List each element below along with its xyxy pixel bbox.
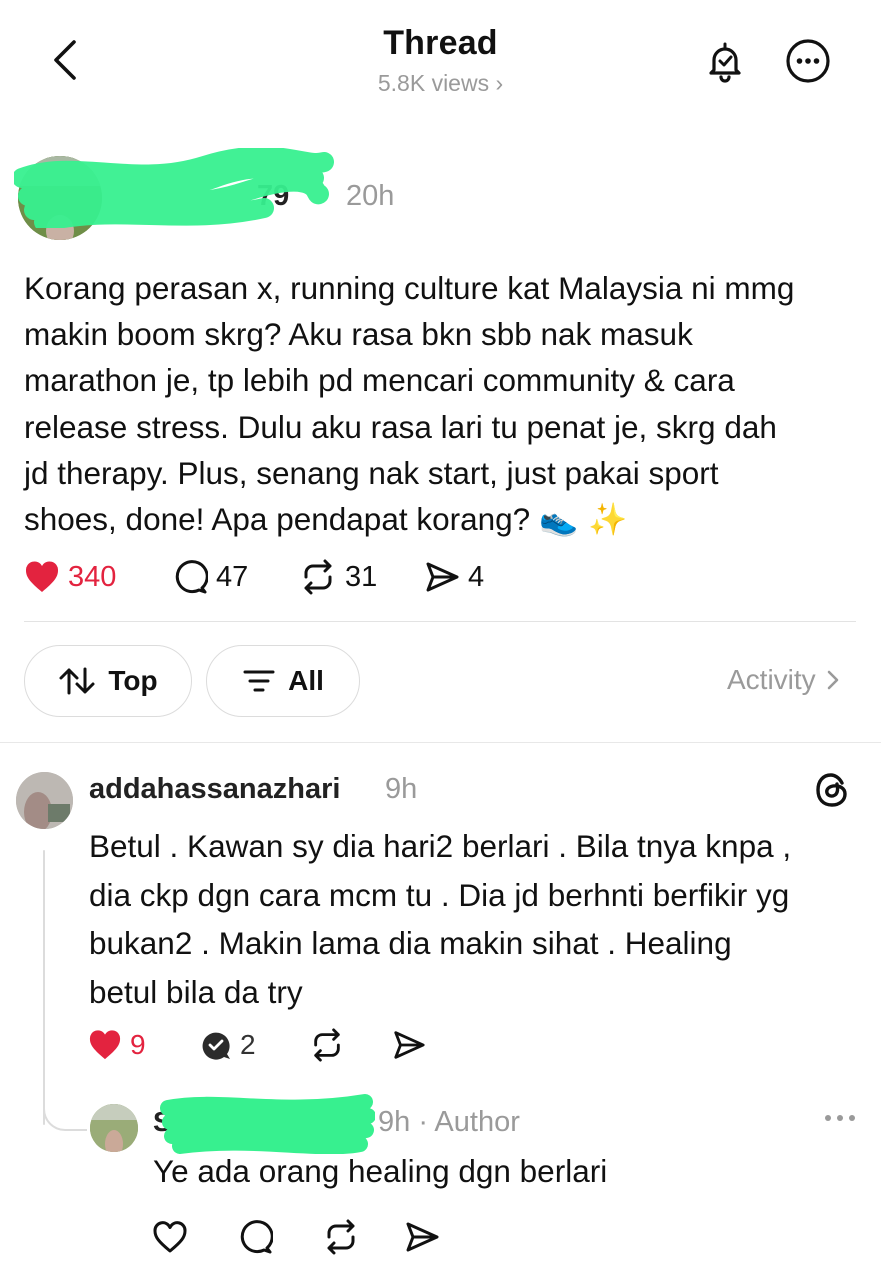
send-icon	[394, 1031, 425, 1059]
sort-arrows-icon	[59, 667, 95, 695]
more-dots-icon	[825, 1115, 855, 1121]
heart-filled-icon	[89, 1030, 121, 1060]
activity-link[interactable]: Activity	[727, 664, 840, 696]
share-button[interactable]: 4	[424, 556, 484, 598]
author-reply-repost-button[interactable]	[322, 1217, 360, 1257]
post-body: Korang perasan x, running culture kat Ma…	[24, 270, 795, 539]
sort-top-button[interactable]: Top	[24, 645, 192, 717]
comment-icon	[175, 560, 208, 594]
reply-share-button[interactable]	[392, 1025, 426, 1065]
reply-like-count: 9	[130, 1029, 146, 1060]
more-circle-icon	[786, 39, 830, 83]
post-emojis: 👟 ✨	[538, 502, 628, 539]
reply-repost-button[interactable]	[309, 1025, 345, 1065]
activity-label: Activity	[727, 664, 816, 695]
reply-avatar[interactable]	[16, 772, 73, 829]
comment-button[interactable]: 47	[172, 556, 248, 598]
divider	[0, 742, 881, 743]
post-time: 20h	[346, 180, 395, 212]
sort-label: Top	[108, 665, 158, 696]
comment-checked-icon	[202, 1032, 230, 1060]
filter-all-button[interactable]: All	[206, 645, 360, 717]
repost-icon	[304, 559, 332, 595]
like-count: 340	[68, 560, 117, 593]
comment-count: 47	[216, 560, 249, 593]
reply-username[interactable]: addahassanazhari	[89, 773, 340, 806]
divider	[24, 621, 856, 622]
author-reply-share-button[interactable]	[404, 1217, 440, 1257]
threads-logo-icon	[812, 770, 852, 810]
author-reply-meta: 9h · Author	[378, 1106, 520, 1138]
repost-icon	[314, 1028, 340, 1062]
heart-outline-icon	[153, 1221, 187, 1253]
repost-icon	[327, 1219, 355, 1255]
repost-button[interactable]: 31	[299, 556, 377, 598]
comment-icon	[240, 1220, 273, 1254]
avatar-photo	[90, 1104, 138, 1152]
thread-connector-curve	[43, 1095, 87, 1131]
more-options-button[interactable]	[783, 36, 833, 86]
avatar-photo	[16, 772, 73, 829]
author-reply-body: Ye ada orang healing dgn berlari	[153, 1153, 608, 1189]
filter-lines-icon	[243, 670, 275, 692]
chevron-right-icon	[827, 670, 838, 690]
reply-comment-button[interactable]: 2	[200, 1025, 256, 1065]
author-reply-more-button[interactable]	[820, 1104, 860, 1134]
like-button[interactable]: 340	[24, 556, 116, 598]
share-count: 4	[468, 560, 485, 593]
filter-label: All	[288, 665, 324, 696]
send-icon	[406, 1222, 439, 1252]
bell-check-icon	[709, 42, 741, 83]
reply-time: 9h	[385, 773, 418, 805]
thread-connector	[43, 850, 45, 1125]
author-reply-like-button[interactable]	[152, 1217, 188, 1257]
author-reply-comment-button[interactable]	[237, 1217, 273, 1257]
redaction-scribble	[14, 148, 334, 228]
send-icon	[426, 562, 459, 592]
reply-like-button[interactable]: 9	[88, 1025, 146, 1065]
author-reply-avatar[interactable]	[90, 1104, 138, 1152]
reply-comment-count: 2	[240, 1029, 256, 1060]
redaction-scribble	[160, 1094, 375, 1154]
repost-count: 31	[345, 560, 378, 593]
notify-button[interactable]	[700, 36, 750, 86]
reply-body: Betul . Kawan sy dia hari2 berlari . Bil…	[89, 828, 792, 1010]
heart-filled-icon	[25, 561, 59, 592]
